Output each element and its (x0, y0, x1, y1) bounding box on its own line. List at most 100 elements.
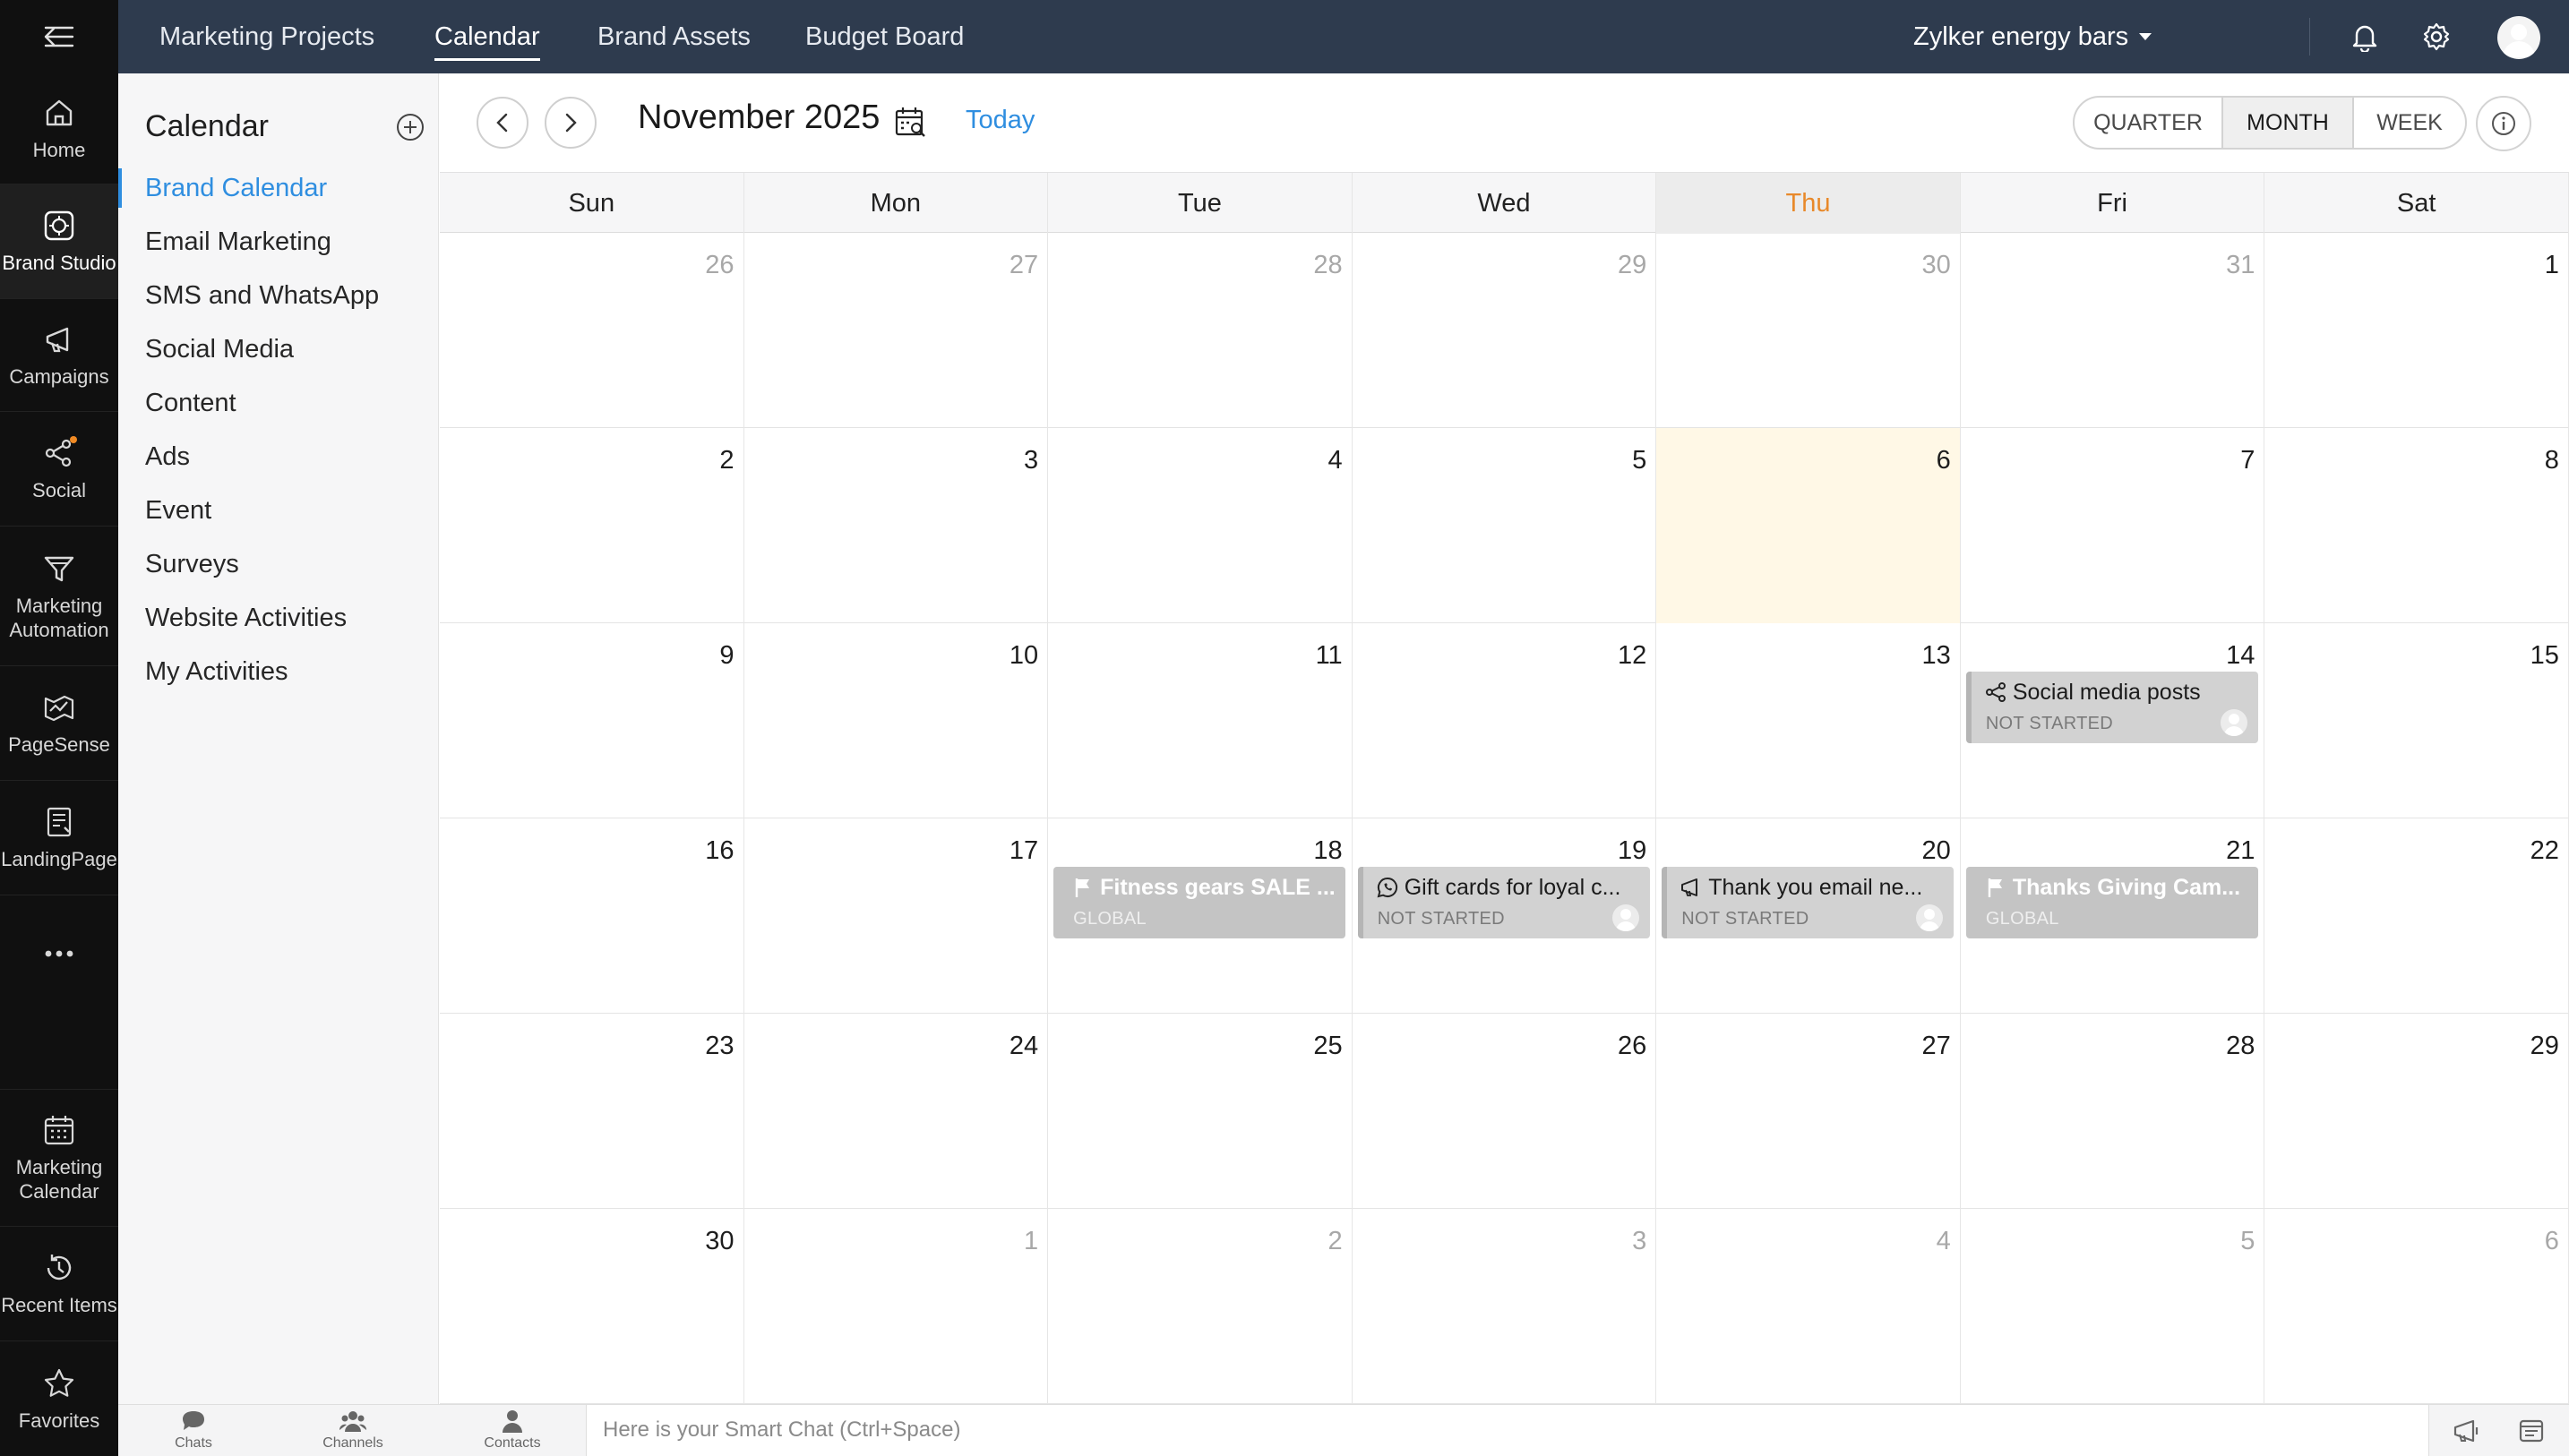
calendar-item-sms-whatsapp[interactable]: SMS and WhatsApp (118, 269, 439, 322)
day-cell[interactable]: 13 (1656, 623, 1961, 818)
day-cell[interactable]: 4 (1656, 1209, 1961, 1404)
date-picker-button[interactable] (894, 106, 928, 140)
tab-calendar[interactable]: Calendar (434, 0, 540, 73)
rail-item-landingpage[interactable]: LandingPage (0, 781, 118, 895)
calendar-item-event[interactable]: Event (118, 484, 439, 537)
announcements-button[interactable] (2451, 1416, 2483, 1446)
notifications-button[interactable] (2347, 19, 2383, 55)
day-cell[interactable]: 14 Social media posts NOT STARTED (1961, 623, 2265, 818)
calendar-item-brand-calendar[interactable]: Brand Calendar (118, 161, 439, 215)
rail-item-marketing-calendar[interactable]: Marketing Calendar (0, 1089, 118, 1227)
info-icon (2492, 112, 2515, 135)
today-link[interactable]: Today (966, 106, 1035, 135)
calendar-item-social-media[interactable]: Social Media (118, 322, 439, 376)
day-cell[interactable]: 12 (1353, 623, 1657, 818)
day-cell[interactable]: 27 (1656, 1014, 1961, 1209)
day-cell[interactable]: 4 (1048, 428, 1353, 623)
calendar-item-email-marketing[interactable]: Email Marketing (118, 215, 439, 269)
day-cell[interactable]: 3 (744, 428, 1049, 623)
day-cell[interactable]: 16 (440, 818, 744, 1014)
day-cell[interactable]: 3 (1353, 1209, 1657, 1404)
calendar-item-my-activities[interactable]: My Activities (118, 645, 439, 698)
calendar-item-ads[interactable]: Ads (118, 430, 439, 484)
day-cell[interactable]: 29 (1353, 233, 1657, 428)
hamburger-menu-button[interactable] (0, 0, 118, 73)
day-cell[interactable]: 7 (1961, 428, 2265, 623)
calendar-item-content[interactable]: Content (118, 376, 439, 430)
calendar-event[interactable]: Thank you email ne... NOT STARTED (1662, 867, 1955, 938)
org-switcher[interactable]: Zylker energy bars (1913, 0, 2152, 73)
rail-item-home[interactable]: Home (0, 73, 118, 184)
day-cell[interactable]: 5 (1353, 428, 1657, 623)
day-cell[interactable]: 29 (2264, 1014, 2569, 1209)
day-cell[interactable]: 24 (744, 1014, 1049, 1209)
tab-marketing-projects[interactable]: Marketing Projects (159, 0, 374, 73)
day-cell[interactable]: 30 (440, 1209, 744, 1404)
day-cell[interactable]: 20 Thank you email ne... NOT STARTED (1656, 818, 1961, 1014)
rail-more-button[interactable] (0, 895, 118, 1012)
smart-chat-input[interactable] (587, 1405, 2428, 1455)
add-calendar-button[interactable] (394, 111, 426, 143)
rail-item-label: LandingPage (1, 848, 117, 870)
rail-item-pagesense[interactable]: PageSense (0, 666, 118, 781)
day-cell[interactable]: 25 (1048, 1014, 1353, 1209)
day-cell[interactable]: 2 (1048, 1209, 1353, 1404)
view-week-button[interactable]: WEEK (2354, 98, 2465, 148)
day-cell[interactable]: 28 (1048, 233, 1353, 428)
day-cell[interactable]: 17 (744, 818, 1049, 1014)
channels-button[interactable]: Channels (299, 1409, 407, 1455)
calendar-event[interactable]: Gift cards for loyal c... NOT STARTED (1357, 867, 1650, 938)
rail-item-recent-items[interactable]: Recent Items (0, 1227, 118, 1341)
day-cell[interactable]: 15 (2264, 623, 2569, 818)
week-row: 16 17 18 Fitness gears SALE ... GLOBAL 19 Gift… (440, 818, 2569, 1014)
smart-chat-bar (586, 1405, 2429, 1456)
calendar-event[interactable]: Thanks Giving Cam... GLOBAL (1965, 867, 2258, 938)
next-month-button[interactable] (545, 97, 597, 149)
view-quarter-button[interactable]: QUARTER (2075, 98, 2223, 148)
day-cell[interactable]: 5 (1961, 1209, 2265, 1404)
calendar-event[interactable]: Fitness gears SALE ... GLOBAL (1053, 867, 1346, 938)
day-cell[interactable]: 11 (1048, 623, 1353, 818)
day-cell[interactable]: 18 Fitness gears SALE ... GLOBAL (1048, 818, 1353, 1014)
rail-item-social[interactable]: Social (0, 412, 118, 527)
rail-item-favorites[interactable]: Favorites (0, 1341, 118, 1456)
settings-button[interactable] (2419, 19, 2454, 55)
chats-button[interactable]: Chats (140, 1409, 247, 1455)
assignee-avatar-icon (1611, 904, 1639, 931)
day-cell[interactable]: 8 (2264, 428, 2569, 623)
home-icon (46, 99, 73, 126)
day-cell[interactable]: 26 (1353, 1014, 1657, 1209)
day-cell[interactable]: 1 (744, 1209, 1049, 1404)
calendar-event[interactable]: Social media posts NOT STARTED (1965, 672, 2258, 743)
day-cell[interactable]: 21 Thanks Giving Cam... GLOBAL (1961, 818, 2265, 1014)
calendar-item-surveys[interactable]: Surveys (118, 537, 439, 591)
rail-item-marketing-automation[interactable]: Marketing Automation (0, 527, 118, 666)
day-cell[interactable]: 27 (744, 233, 1049, 428)
info-button[interactable] (2476, 96, 2531, 151)
rail-item-brand-studio[interactable]: Brand Studio (0, 184, 118, 299)
day-cell[interactable]: 10 (744, 623, 1049, 818)
day-cell[interactable]: 9 (440, 623, 744, 818)
view-month-button[interactable]: MONTH (2223, 98, 2354, 148)
day-cell[interactable]: 30 (1656, 233, 1961, 428)
day-header-tue: Tue (1048, 173, 1353, 234)
calendar-item-website-activities[interactable]: Website Activities (118, 591, 439, 645)
day-cell[interactable]: 2 (440, 428, 744, 623)
day-cell[interactable]: 22 (2264, 818, 2569, 1014)
tab-brand-assets[interactable]: Brand Assets (597, 0, 751, 73)
day-cell[interactable]: 28 (1961, 1014, 2265, 1209)
day-cell[interactable]: 26 (440, 233, 744, 428)
day-cell[interactable]: 19 Gift cards for loyal c... NOT STARTED (1353, 818, 1657, 1014)
day-cell-today[interactable]: 6 (1656, 428, 1961, 623)
bottom-item-label: Contacts (484, 1435, 541, 1451)
day-cell[interactable]: 31 (1961, 233, 2265, 428)
rail-item-campaigns[interactable]: Campaigns (0, 299, 118, 412)
user-avatar[interactable] (2497, 16, 2540, 59)
tab-budget-board[interactable]: Budget Board (805, 0, 964, 73)
notes-button[interactable] (2515, 1416, 2548, 1446)
day-cell[interactable]: 1 (2264, 233, 2569, 428)
contacts-button[interactable]: Contacts (459, 1409, 566, 1455)
day-cell[interactable]: 23 (440, 1014, 744, 1209)
day-cell[interactable]: 6 (2264, 1209, 2569, 1404)
prev-month-button[interactable] (477, 97, 528, 149)
